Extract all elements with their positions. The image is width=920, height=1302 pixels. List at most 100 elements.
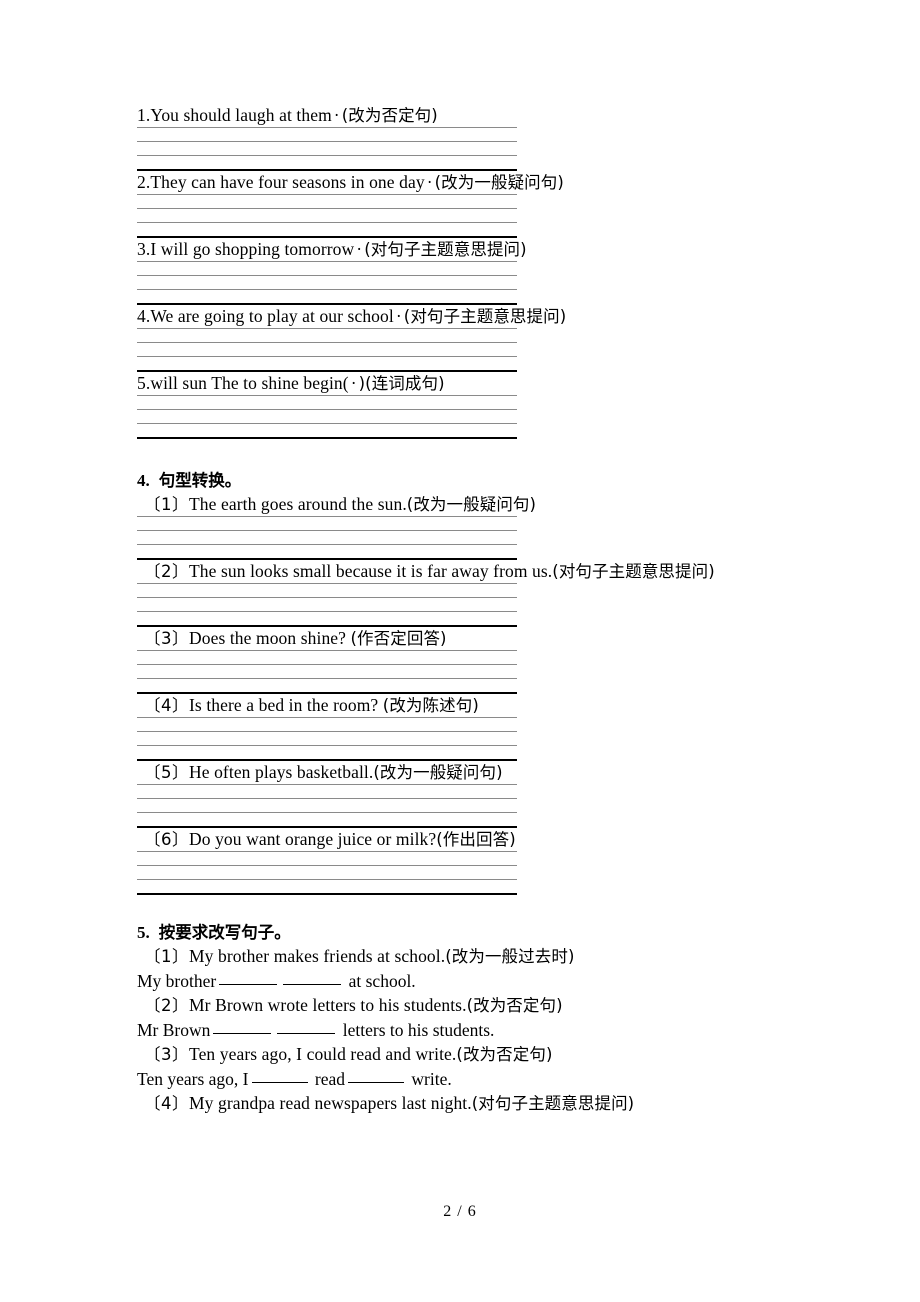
answer-rule[interactable]	[137, 155, 517, 156]
answer-rule[interactable]	[137, 544, 517, 545]
question-line: 〔3〕Ten years ago, I could read and write…	[137, 1043, 877, 1066]
question-english: My grandpa read newspapers last night.	[189, 1093, 472, 1113]
question-line: 〔2〕The sun looks small because it is far…	[137, 560, 877, 583]
answer-lines[interactable]	[137, 583, 517, 627]
blank-field[interactable]	[348, 1082, 405, 1083]
answer-lines[interactable]	[137, 851, 517, 895]
question-block: 〔3〕Does the moon shine? (作否定回答)	[137, 627, 877, 694]
item-bracket: 〔3〕	[144, 629, 189, 648]
question-instruction: (作否定回答)	[350, 629, 447, 648]
blank-field[interactable]	[277, 1033, 336, 1034]
blank-field[interactable]	[251, 1082, 308, 1083]
answer-suffix: letters to his students.	[342, 1020, 495, 1040]
blank-field[interactable]	[219, 984, 278, 985]
item-bracket: 〔2〕	[144, 996, 189, 1015]
question-line: 2.They can have four seasons in one day ·…	[137, 171, 877, 194]
answer-rule[interactable]	[137, 409, 517, 410]
answer-rule[interactable]	[137, 395, 517, 396]
answer-rule[interactable]	[137, 731, 517, 732]
question-line: 〔6〕Do you want orange juice or milk?(作出回…	[137, 828, 877, 851]
question-english: Mr Brown wrote letters to his students.	[189, 995, 467, 1015]
answer-rule[interactable]	[137, 222, 517, 223]
blank-field[interactable]	[283, 984, 342, 985]
worksheet-page: 1.You should laugh at them · (改为否定句) 2.The…	[0, 0, 920, 1302]
question-block: 3.I will go shopping tomorrow · (对句子主题意思提问…	[137, 238, 877, 305]
answer-rule[interactable]	[137, 865, 517, 866]
answer-rule[interactable]	[137, 597, 517, 598]
blank-field[interactable]	[213, 1033, 272, 1034]
answer-rule[interactable]	[137, 342, 517, 343]
question-block: 〔2〕Mr Brown wrote letters to his student…	[137, 994, 877, 1043]
answer-rule[interactable]	[137, 423, 517, 424]
answer-rule[interactable]	[137, 261, 517, 262]
answer-rule[interactable]	[137, 356, 517, 357]
item-bracket: 〔4〕	[144, 696, 189, 715]
answer-fill-row: My brother at school.	[137, 968, 877, 994]
answer-rule[interactable]	[137, 745, 517, 746]
answer-rule[interactable]	[137, 516, 517, 517]
answer-rule[interactable]	[137, 583, 517, 584]
answer-rule[interactable]	[137, 194, 517, 195]
answer-rule[interactable]	[137, 812, 517, 813]
answer-rule[interactable]	[137, 798, 517, 799]
question-instruction: )(连词成句)	[358, 374, 445, 393]
question-instruction: (作出回答)	[436, 830, 516, 849]
question-block: 〔5〕He often plays basketball.(改为一般疑问句)	[137, 761, 877, 828]
question-instruction: (对句子主题意思提问)	[552, 562, 715, 581]
answer-rule[interactable]	[137, 678, 517, 679]
question-number: 3.	[137, 239, 151, 259]
answer-lines[interactable]	[137, 328, 517, 372]
question-instruction: (改为否定句)	[456, 1045, 553, 1064]
answer-rule[interactable]	[137, 851, 517, 852]
separator-dot: ·	[395, 306, 402, 326]
question-block: 〔1〕My brother makes friends at school.(改…	[137, 945, 877, 994]
answer-lines[interactable]	[137, 717, 517, 761]
answer-lines[interactable]	[137, 127, 517, 171]
question-block: 〔2〕The sun looks small because it is far…	[137, 560, 877, 627]
answer-prefix: Mr Brown	[137, 1020, 211, 1040]
answer-prefix: Ten years ago, I	[137, 1069, 249, 1089]
question-line: 〔2〕Mr Brown wrote letters to his student…	[137, 994, 877, 1017]
answer-rule[interactable]	[137, 717, 517, 718]
answer-rule[interactable]	[137, 879, 517, 880]
separator-dot: ·	[350, 373, 357, 393]
answer-rule[interactable]	[137, 328, 517, 329]
answer-lines[interactable]	[137, 395, 517, 439]
answer-lines[interactable]	[137, 516, 517, 560]
question-english: Does the moon shine?	[189, 628, 351, 648]
question-instruction: (对句子主题意思提问)	[364, 240, 527, 259]
answer-rule[interactable]	[137, 664, 517, 665]
answer-rule[interactable]	[137, 784, 517, 785]
answer-middle: read	[314, 1069, 346, 1089]
question-block: 1.You should laugh at them · (改为否定句)	[137, 104, 877, 171]
content-column: 1.You should laugh at them · (改为否定句) 2.The…	[137, 104, 877, 1115]
answer-rule[interactable]	[137, 275, 517, 276]
answer-lines[interactable]	[137, 650, 517, 694]
item-bracket: 〔1〕	[144, 495, 189, 514]
separator-dot: ·	[356, 239, 363, 259]
answer-rule[interactable]	[137, 530, 517, 531]
item-bracket: 〔2〕	[144, 562, 189, 581]
answer-rule[interactable]	[137, 141, 517, 142]
answer-rule[interactable]	[137, 650, 517, 651]
answer-rule[interactable]	[137, 289, 517, 290]
question-english: They can have four seasons in one day	[150, 172, 425, 192]
question-block: 〔4〕My grandpa read newspapers last night…	[137, 1092, 877, 1115]
answer-rule[interactable]	[137, 611, 517, 612]
answer-lines[interactable]	[137, 784, 517, 828]
answer-rule[interactable]	[137, 208, 517, 209]
item-bracket: 〔1〕	[144, 947, 189, 966]
section-title: 按要求改写句子。	[158, 923, 291, 942]
question-instruction: (对句子主题意思提问)	[403, 307, 567, 326]
question-line: 3.I will go shopping tomorrow · (对句子主题意思提问…	[137, 238, 877, 261]
question-line: 5.will sun The to shine begin(·)(连词成句)	[137, 372, 877, 395]
section-heading-five: 5. 按要求改写句子。	[137, 921, 877, 945]
question-instruction: (改为否定句)	[466, 996, 563, 1015]
answer-rule[interactable]	[137, 127, 517, 128]
answer-lines[interactable]	[137, 261, 517, 305]
answer-fill-row: Ten years ago, I read write.	[137, 1066, 877, 1092]
answer-lines[interactable]	[137, 194, 517, 238]
question-number: 2.	[137, 172, 151, 192]
